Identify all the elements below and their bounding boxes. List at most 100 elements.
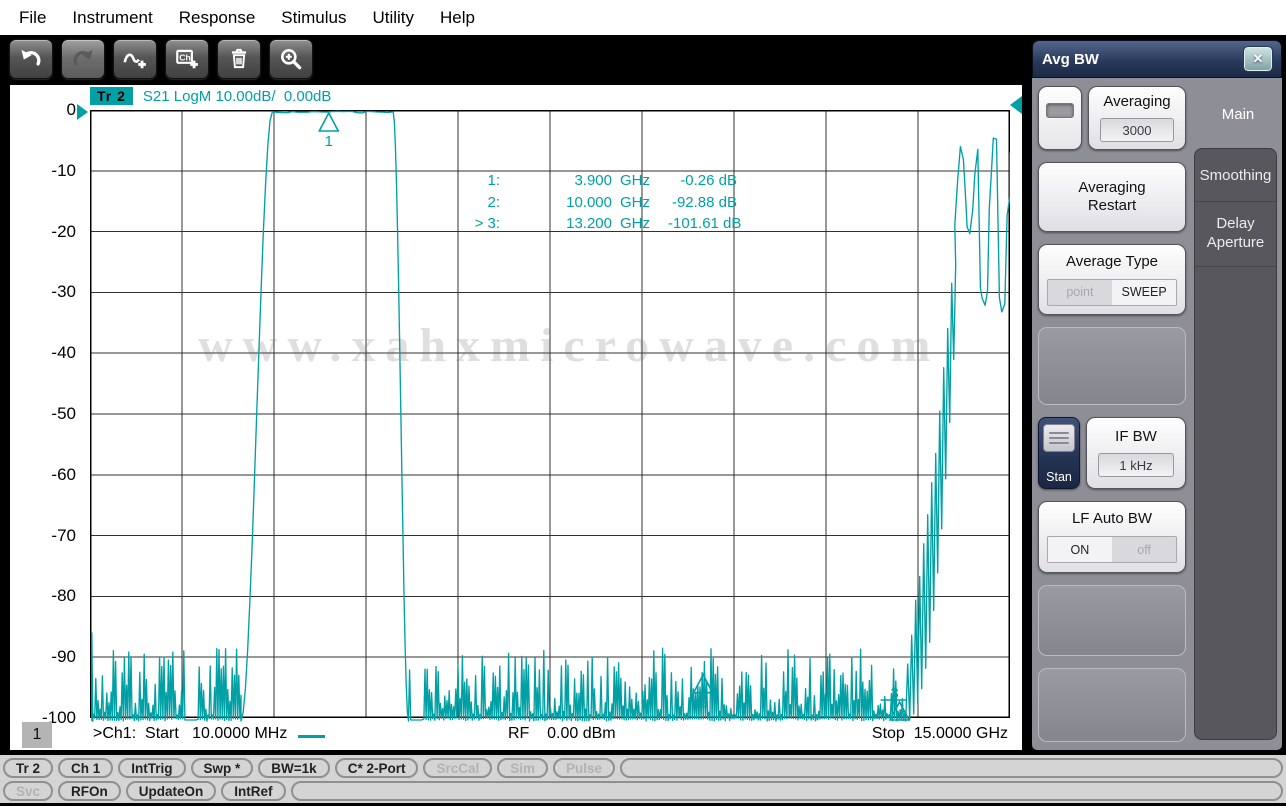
empty-softkey (1038, 585, 1186, 657)
stop-frequency-field[interactable]: Stop 15.0000 GHz (872, 725, 1008, 743)
status-svc: Svc (3, 781, 53, 801)
status-updateon[interactable]: UpdateOn (126, 781, 217, 801)
delete-button[interactable] (217, 39, 261, 79)
y-tick-label: -50 (18, 404, 76, 424)
avg-bw-panel: Avg BW ✕ Averaging 3000 Averaging Restar… (1032, 40, 1282, 750)
status-rfon[interactable]: RFOn (58, 781, 121, 801)
y-tick-label: -60 (18, 465, 76, 485)
zoom-icon (278, 46, 304, 72)
status-inttrig[interactable]: IntTrig (118, 758, 185, 778)
panel-title-bar: Avg BW ✕ (1032, 40, 1282, 78)
average-type-point-option[interactable]: point (1048, 280, 1112, 305)
y-tick-label: -30 (18, 282, 76, 302)
average-type-button[interactable]: Average Type point SWEEP (1038, 244, 1186, 316)
averaging-label: Averaging (1103, 93, 1170, 111)
trace-title: S21 LogM 10.00dB/ 0.00dB (143, 88, 331, 105)
svg-text:Ch: Ch (179, 52, 191, 62)
marker-1-symbol[interactable] (319, 113, 338, 131)
marker-1-label: 1 (325, 133, 333, 150)
marker-readout: 1:3.900GHz-0.26 dB2:10.000GHz-92.88 dB> … (430, 170, 737, 235)
tab-main[interactable]: Main (1194, 86, 1282, 142)
lf-auto-bw-toggle: ON off (1047, 536, 1177, 563)
y-tick-label: -70 (18, 526, 76, 546)
status-sim: Sim (497, 758, 548, 778)
trace-header: Tr 2 S21 LogM 10.00dB/ 0.00dB (90, 87, 331, 105)
empty-status-pill (620, 758, 1283, 778)
plot-container: Tr 2 S21 LogM 10.00dB/ 0.00dB 0 -10 -20 -30… (10, 85, 1022, 750)
y-tick-label: -80 (18, 586, 76, 606)
redo-icon (70, 46, 96, 72)
trace-badge[interactable]: Tr 2 (90, 87, 133, 105)
average-type-toggle: point SWEEP (1047, 279, 1177, 306)
tab-delay-aperture[interactable]: Delay Aperture (1195, 202, 1276, 267)
if-bw-value[interactable]: 1 kHz (1098, 453, 1174, 477)
marker-readout-row: 1:3.900GHz-0.26 dB (430, 170, 737, 192)
menu-help[interactable]: Help (427, 8, 488, 28)
empty-status-pill (291, 781, 1283, 801)
status-ch-1[interactable]: Ch 1 (58, 758, 113, 778)
y-tick-label: -20 (18, 222, 76, 242)
add-channel-icon: Ch (174, 46, 200, 72)
lf-auto-bw-button[interactable]: LF Auto BW ON off (1038, 501, 1186, 573)
lf-auto-bw-on-option[interactable]: ON (1048, 537, 1112, 562)
redo-button (61, 39, 105, 79)
status-swp-[interactable]: Swp * (191, 758, 254, 778)
close-button[interactable]: ✕ (1244, 47, 1272, 71)
y-tick-label: 0 (18, 100, 76, 120)
menu-file[interactable]: File (6, 8, 59, 28)
add-trace-icon (122, 46, 148, 72)
channel-start-field[interactable]: >Ch1: Start 10.0000 MHz (93, 725, 287, 743)
y-tick-label: -10 (18, 161, 76, 181)
menu-instrument[interactable]: Instrument (59, 8, 165, 28)
if-bw-button[interactable]: IF BW 1 kHz (1086, 417, 1186, 489)
trace-color-dash (298, 735, 325, 738)
channel-footer: 1 >Ch1: Start 10.0000 MHz RF 0.00 dBm St… (10, 718, 1022, 750)
marker-readout-row: 2:10.000GHz-92.88 dB (430, 192, 737, 214)
marker-3-label: 3 (890, 685, 898, 702)
sweep-marker-arrow-icon (1010, 96, 1022, 114)
status-intref[interactable]: IntRef (221, 781, 285, 801)
status-tr-2[interactable]: Tr 2 (3, 758, 53, 778)
menu-bar: FileInstrumentResponseStimulusUtilityHel… (0, 0, 1286, 35)
panel-body: Averaging 3000 Averaging Restart Average… (1032, 78, 1282, 750)
y-tick-label: -40 (18, 343, 76, 363)
averaging-toggle-button[interactable] (1038, 86, 1082, 150)
rf-power-field[interactable]: RF 0.00 dBm (508, 725, 616, 743)
averaging-button[interactable]: Averaging 3000 (1088, 86, 1186, 150)
status-srccal: SrcCal (423, 758, 492, 778)
averaging-value[interactable]: 3000 (1100, 118, 1175, 142)
zoom-button[interactable] (269, 39, 313, 79)
menu-utility[interactable]: Utility (359, 8, 427, 28)
marker-readout-row: > 3:13.200GHz-101.61 dB (430, 213, 737, 235)
if-bw-mode-button[interactable]: Stan (1038, 417, 1080, 489)
status-pulse: Pulse (553, 758, 615, 778)
menu-stimulus[interactable]: Stimulus (268, 8, 359, 28)
marker-2-label: 2 (699, 695, 707, 712)
panel-tabs-inactive: Smoothing Delay Aperture (1194, 148, 1277, 740)
menu-response[interactable]: Response (166, 8, 269, 28)
panel-controls: Averaging 3000 Averaging Restart Average… (1038, 86, 1186, 742)
diagram-number-badge[interactable]: 1 (22, 722, 52, 748)
add-trace-button[interactable] (113, 39, 157, 79)
toggle-indicator-icon (1046, 103, 1074, 118)
undo-icon (18, 46, 44, 72)
averaging-restart-button[interactable]: Averaging Restart (1038, 162, 1186, 232)
active-trace-arrow-icon (77, 104, 88, 120)
add-channel-button[interactable]: Ch (165, 39, 209, 79)
undo-button[interactable] (9, 39, 53, 79)
lf-auto-bw-off-option[interactable]: off (1112, 537, 1176, 562)
panel-title: Avg BW (1042, 51, 1099, 68)
y-tick-label: -90 (18, 647, 76, 667)
average-type-sweep-option[interactable]: SWEEP (1112, 280, 1176, 305)
status-c-2-port[interactable]: C* 2-Port (335, 758, 419, 778)
empty-softkey (1038, 668, 1186, 742)
tab-smoothing[interactable]: Smoothing (1195, 149, 1276, 202)
empty-softkey (1038, 327, 1186, 405)
vna-application: FileInstrumentResponseStimulusUtilityHel… (0, 0, 1286, 806)
status-bar: Tr 2Ch 1IntTrig Swp *BW=1k C* 2-PortSrcCal… (0, 755, 1286, 803)
delete-icon (226, 46, 252, 72)
status-bw-1k[interactable]: BW=1k (258, 758, 329, 778)
close-icon: ✕ (1253, 51, 1264, 67)
panel-tabs: Main Smoothing Delay Aperture (1194, 86, 1282, 742)
grip-icon (1043, 424, 1075, 452)
